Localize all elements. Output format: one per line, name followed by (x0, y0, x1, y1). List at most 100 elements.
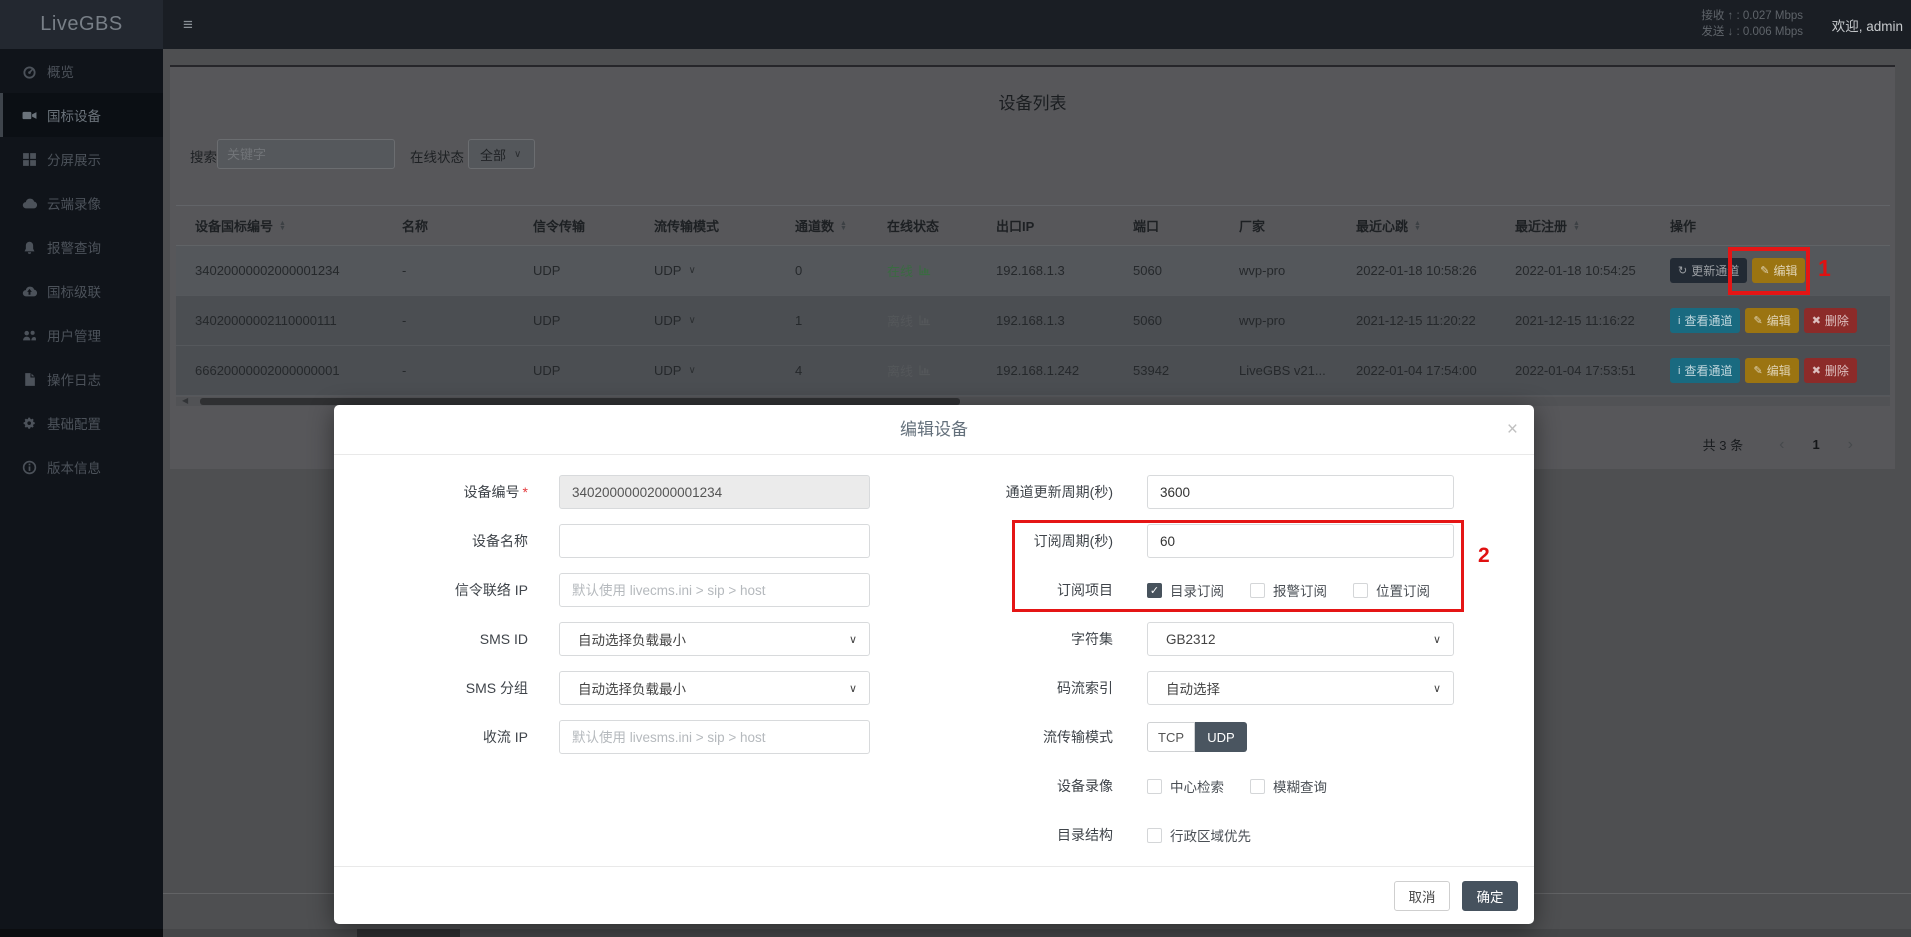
sidebar-item-4[interactable]: 云端录像 (0, 181, 163, 225)
scrollbar-thumb[interactable] (200, 398, 960, 405)
sidebar-item-1[interactable]: 概览 (0, 49, 163, 93)
filter-bar: 搜索 在线状态 全部 ∨ (170, 139, 1895, 169)
checkbox[interactable] (1353, 583, 1368, 598)
sidebar-item-9[interactable]: 基础配置 (0, 401, 163, 445)
view-channels-button[interactable]: i查看通道 (1670, 308, 1740, 333)
gears-icon (21, 415, 37, 431)
cell-channels: 0 (776, 263, 868, 278)
page-number[interactable]: 1 (1798, 437, 1833, 452)
update-channels-button[interactable]: ↻更新通道 (1670, 258, 1747, 283)
checkbox[interactable] (1250, 583, 1265, 598)
status-badge[interactable]: 离线 (887, 361, 931, 380)
modal-header: 编辑设备 × (334, 405, 1534, 455)
device-record-group: 中心检索 模糊查询 (1147, 776, 1454, 796)
fuzzy-query-checkbox[interactable]: 模糊查询 (1250, 776, 1327, 796)
confirm-button[interactable]: 确定 (1462, 881, 1518, 911)
signal-contact-ip-field[interactable] (559, 573, 870, 607)
cell-stream[interactable]: UDP∨ (635, 363, 776, 378)
checkbox[interactable] (1250, 779, 1265, 794)
form-row-device-name-field: 设备名称 (334, 524, 894, 558)
checkbox[interactable] (1147, 828, 1162, 843)
sidebar-item-7[interactable]: 用户管理 (0, 313, 163, 357)
edit-button[interactable]: ✎编辑 (1745, 358, 1798, 383)
column-header-ops: 操作 (1651, 216, 1890, 235)
device-name-field[interactable] (559, 524, 870, 558)
edit-button[interactable]: ✎编辑 (1745, 308, 1798, 333)
cell-stream[interactable]: UDP∨ (635, 263, 776, 278)
sort-icon[interactable]: ▲▼ (1573, 221, 1580, 231)
channel-refresh-period-field[interactable] (1147, 475, 1454, 509)
form-row-subscribe-period-field: 订阅周期(秒) (934, 524, 1494, 558)
cell-heartbeat: 2022-01-04 17:54:00 (1337, 363, 1496, 378)
subscribe-period-field[interactable] (1147, 524, 1454, 558)
scroll-left-icon[interactable]: ◀ (182, 396, 188, 405)
update-icon: ↻ (1678, 264, 1687, 277)
device-id-field[interactable] (559, 475, 870, 509)
position-subscribe-checkbox[interactable]: 位置订阅 (1353, 580, 1430, 600)
stream-index-select[interactable]: 自动选择∨ (1147, 671, 1454, 705)
down-arrow-icon: ↓ (1728, 26, 1734, 38)
sidebar-item-10[interactable]: 版本信息 (0, 445, 163, 489)
admin-region-first-checkbox[interactable]: 行政区域优先 (1147, 825, 1251, 845)
column-header-heartbeat[interactable]: 最近心跳▲▼ (1337, 216, 1496, 235)
column-header-registered[interactable]: 最近注册▲▼ (1496, 216, 1651, 235)
checkbox-label: 位置订阅 (1376, 580, 1430, 600)
form-row-device-id-field: 设备编号* (334, 475, 894, 509)
toggle-option-udp[interactable]: UDP (1195, 722, 1247, 752)
sidebar-item-3[interactable]: 分屏展示 (0, 137, 163, 181)
sms-group-select[interactable]: 自动选择负载最小∨ (559, 671, 870, 705)
column-header-id[interactable]: 设备国标编号▲▼ (176, 216, 383, 235)
sms-id-select[interactable]: 自动选择负载最小∨ (559, 622, 870, 656)
sort-icon[interactable]: ▲▼ (840, 221, 847, 231)
column-header-channels[interactable]: 通道数▲▼ (776, 216, 868, 235)
field-label: SMS ID (334, 631, 528, 647)
charset-select[interactable]: GB2312∨ (1147, 622, 1454, 656)
chevron-down-icon[interactable]: ∨ (688, 265, 695, 276)
close-icon[interactable]: × (1507, 405, 1518, 455)
sidebar-item-2[interactable]: 国标设备 (0, 93, 163, 137)
search-input[interactable] (217, 139, 395, 169)
online-status-select[interactable]: 全部 ∨ (468, 139, 535, 169)
view-channels-button[interactable]: i查看通道 (1670, 358, 1740, 383)
status-badge[interactable]: 离线 (887, 311, 931, 330)
sidebar-item-8[interactable]: 操作日志 (0, 357, 163, 401)
edit-button[interactable]: ✎编辑 (1752, 258, 1805, 283)
field-label: 设备录像 (934, 776, 1113, 796)
form-row-subscribe-items-group: 订阅项目✓目录订阅报警订阅位置订阅 (934, 573, 1494, 607)
sort-icon[interactable]: ▲▼ (279, 221, 286, 231)
prev-page-icon[interactable]: ‹ (1765, 436, 1798, 454)
edit-icon: ✎ (1760, 264, 1769, 277)
chevron-down-icon[interactable]: ∨ (688, 365, 695, 376)
sidebar-toggle-button[interactable]: ≡ (170, 0, 206, 49)
chevron-down-icon[interactable]: ∨ (688, 315, 695, 326)
catalog-subscribe-checkbox[interactable]: ✓目录订阅 (1147, 580, 1224, 600)
next-page-icon[interactable]: › (1834, 436, 1867, 454)
cancel-button[interactable]: 取消 (1394, 881, 1450, 911)
sidebar-item-5[interactable]: 报警查询 (0, 225, 163, 269)
page-title: 设备列表 (170, 89, 1895, 114)
delete-button[interactable]: ✖删除 (1804, 358, 1857, 383)
column-header-port: 端口 (1114, 216, 1220, 235)
del-icon: ✖ (1812, 364, 1821, 377)
chevron-down-icon: ∨ (1433, 682, 1441, 695)
chevron-down-icon: ∨ (849, 633, 857, 646)
toggle-option-tcp[interactable]: TCP (1147, 722, 1195, 752)
bottom-scrollbar-thumb[interactable] (357, 929, 460, 937)
cell-vendor: wvp-pro (1220, 263, 1337, 278)
cell-stream[interactable]: UDP∨ (635, 313, 776, 328)
sidebar-item-6[interactable]: 国标级联 (0, 269, 163, 313)
checkbox[interactable] (1147, 779, 1162, 794)
delete-button[interactable]: ✖删除 (1804, 308, 1857, 333)
checkbox[interactable]: ✓ (1147, 583, 1162, 598)
stream-recv-ip-field[interactable] (559, 720, 870, 754)
center-search-checkbox[interactable]: 中心检索 (1147, 776, 1224, 796)
alarm-subscribe-checkbox[interactable]: 报警订阅 (1250, 580, 1327, 600)
form-row-channel-refresh-period-field: 通道更新周期(秒) (934, 475, 1494, 509)
status-badge[interactable]: 在线 (887, 261, 931, 280)
bottom-scrollbar[interactable] (0, 929, 1911, 937)
cell-channels: 1 (776, 313, 868, 328)
chevron-down-icon: ∨ (1433, 633, 1441, 646)
grid-icon (21, 151, 37, 167)
sort-icon[interactable]: ▲▼ (1414, 221, 1421, 231)
top-navbar: LiveGBS ≡ 接收 ↑ : 0.027 Mbps 发送 ↓ : 0.006… (0, 0, 1911, 49)
